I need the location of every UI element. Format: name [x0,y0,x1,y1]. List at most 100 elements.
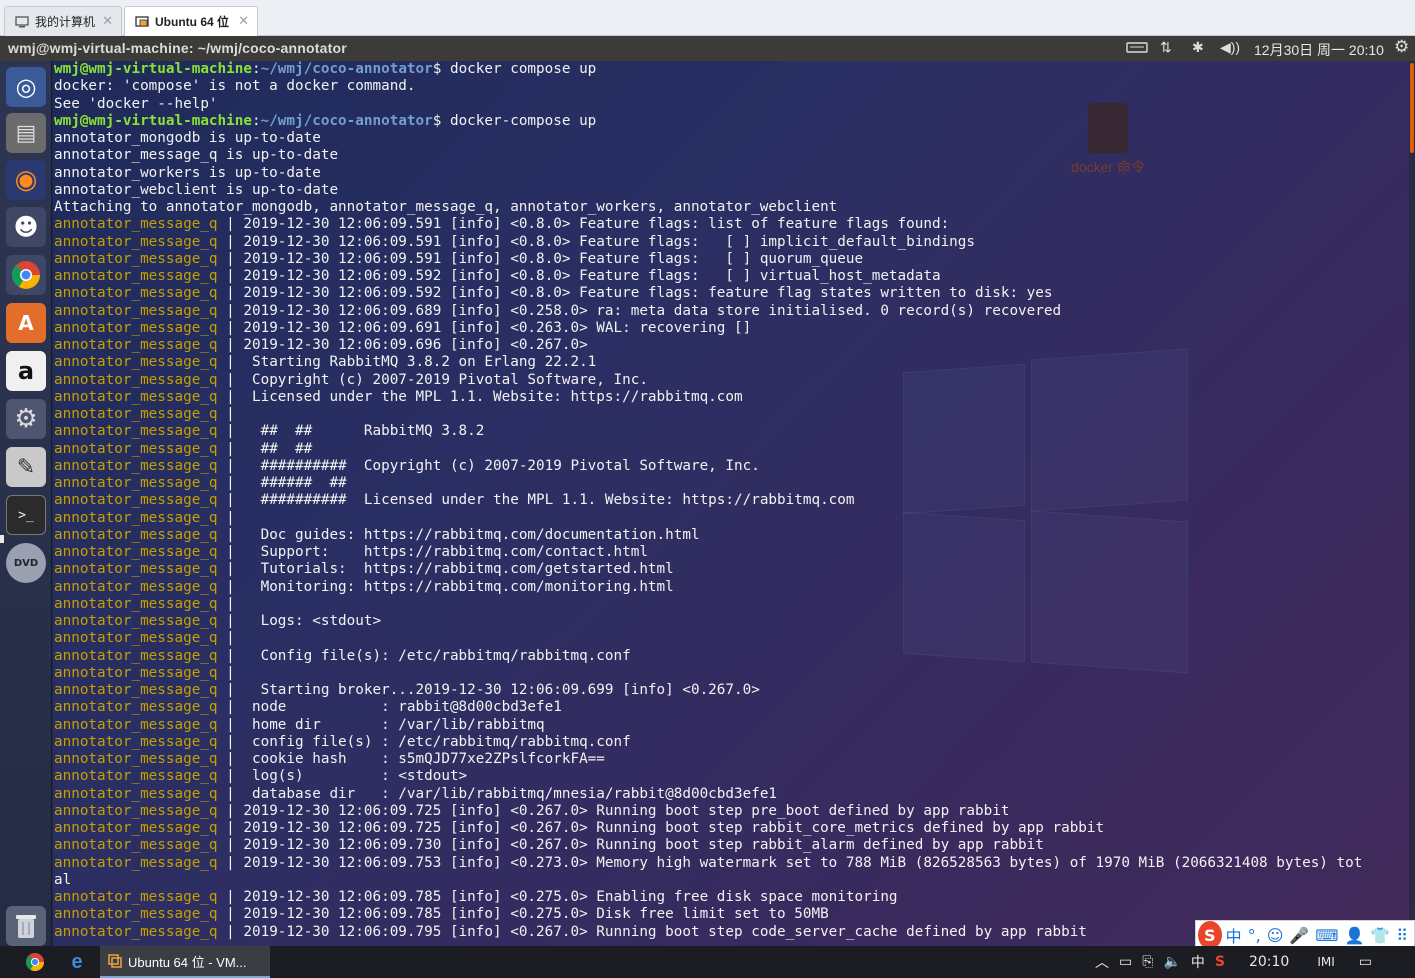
toolbox-icon[interactable]: ⠿ [1396,926,1408,945]
ubuntu-dash-icon[interactable]: ◎ [6,67,46,107]
ime-indicator[interactable]: 中 [1191,952,1205,972]
close-icon[interactable]: ✕ [102,13,113,29]
terminal-line: annotator_message_q | 2019-12-30 12:06:0… [54,803,1362,820]
log-prefix: annotator_message_q [54,526,218,543]
keyboard-icon[interactable]: ⌨ [1315,926,1338,945]
log-separator: | [217,423,244,440]
tab-label: 我的计算机 [35,15,96,29]
log-prefix: annotator_message_q [54,682,218,698]
text-editor-icon[interactable]: ✎ [6,447,46,487]
bluetooth-icon[interactable]: ✱ [1192,39,1204,56]
log-separator: | [217,509,244,526]
log-prefix: annotator_message_q [54,785,218,802]
log-text: 2019-12-30 12:06:09.795 [info] <0.267.0>… [243,923,1087,940]
notifications-icon[interactable]: ▭ [1359,954,1372,970]
user-icon[interactable]: 👤 [1344,926,1364,945]
terminal-line: See 'docker --help' [54,95,218,112]
log-prefix: annotator_message_q [54,630,218,647]
edge-taskbar-icon[interactable]: e [62,946,92,978]
firefox-icon[interactable]: ◉ [6,160,46,200]
log-prefix: annotator_message_q [54,406,218,422]
log-text: log(s) : <stdout> [243,768,468,785]
log-separator: | [217,250,244,267]
terminal-line: annotator_message_q | Logs: <stdout> [54,613,1362,630]
microphone-icon[interactable]: 🎤 [1289,926,1309,945]
log-prefix: annotator_message_q [54,820,218,836]
log-prefix: annotator_message_q [54,578,218,595]
log-text: Copyright (c) 2007-2019 Pivotal Software… [243,371,648,388]
terminal-line: annotator_message_q | Tutorials: https:/… [54,561,1362,578]
vm-tab-bar: 我的计算机 ✕ Ubuntu 64 位 ✕ [0,0,1415,36]
log-text: Doc guides: https://rabbitmq.com/documen… [243,526,700,543]
log-text: 2019-12-30 12:06:09.725 [info] <0.267.0>… [243,802,1010,819]
log-prefix: annotator_message_q [54,233,218,250]
volume-tray-icon[interactable]: 🔈 [1163,954,1180,970]
log-text: 2019-12-30 12:06:09.785 [info] <0.275.0>… [243,906,829,923]
terminal-line: annotator_message_q | 2019-12-30 12:06:0… [54,924,1362,941]
prompt-path: ~/wmj/coco-annotator [260,112,433,129]
log-separator: | [217,751,244,767]
log-prefix: annotator_message_q [54,216,218,233]
network-tray-icon[interactable]: ⎘ [1142,954,1153,970]
files-icon[interactable]: ▤ [6,113,46,153]
dvd-icon[interactable]: DVD [6,543,46,583]
log-prefix: annotator_message_q [54,716,218,733]
log-text: 2019-12-30 12:06:09.592 [info] <0.8.0> F… [243,268,941,284]
system-settings-icon[interactable]: ⚙ [6,399,46,439]
prompt-separator: : [251,61,261,77]
taskbar-vmware-button[interactable]: Ubuntu 64 位 - VM... [100,946,270,978]
terminal-line: annotator_message_q | ## ## [54,441,1362,458]
log-separator: | [217,802,244,819]
log-text: database dir : /var/lib/rabbitmq/mnesia/… [243,785,778,802]
terminal-scrollbar[interactable] [1409,61,1415,946]
log-separator: | [217,440,244,457]
show-hidden-icons-icon[interactable]: ︿ [1095,952,1109,972]
log-prefix: annotator_message_q [54,733,218,750]
clock[interactable]: 12月30日 周一 20:10 [1254,40,1384,60]
skin-icon[interactable]: 👕 [1370,926,1390,945]
window-title: wmj@wmj-virtual-machine: ~/wmj/coco-anno… [8,40,347,56]
sogou-tray-icon[interactable]: S [1215,954,1225,970]
amazon-icon[interactable]: a [6,351,46,391]
close-icon[interactable]: ✕ [238,13,249,29]
terminal-line: Attaching to annotator_mongodb, annotato… [54,199,838,215]
battery-icon[interactable]: ▭ [1119,954,1132,970]
gear-icon[interactable]: ⚙ [1394,37,1409,57]
terminal-line: annotator_message_q is up-to-date [54,147,339,164]
terminal-window[interactable]: docker 命令 wmj@wmj-virtual-machine:~/wmj/… [53,61,1409,946]
command-text: $ docker compose up [432,61,597,77]
log-prefix: annotator_message_q [54,889,218,905]
taskbar-clock[interactable]: 20:10 [1249,954,1289,970]
log-text: 2019-12-30 12:06:09.591 [info] <0.8.0> F… [243,216,950,233]
log-separator: | [217,613,244,629]
trash-icon[interactable] [6,906,46,946]
log-separator: | [217,388,244,405]
chinese-mode-icon[interactable]: 中 [1226,923,1242,947]
software-center-icon[interactable]: A [6,303,46,343]
scrollbar-thumb[interactable] [1410,63,1414,153]
log-separator: | [217,561,244,578]
punctuation-icon[interactable]: °, [1248,926,1261,945]
chrome-taskbar-icon[interactable] [20,946,50,978]
log-text: Support: https://rabbitmq.com/contact.ht… [243,544,648,560]
emoji-icon[interactable]: ☺ [1267,926,1284,945]
tab-my-computer[interactable]: 我的计算机 ✕ [4,6,122,36]
terminal-line: annotator_mongodb is up-to-date [54,130,321,146]
tab-ubuntu-vm[interactable]: Ubuntu 64 位 ✕ [124,6,258,36]
log-text: 2019-12-30 12:06:09.591 [info] <0.8.0> F… [243,250,864,267]
terminal-icon[interactable]: >_ [6,495,46,535]
keyboard-icon[interactable] [1126,39,1148,58]
keyboard-layout-icon[interactable]: IMI [1317,955,1334,969]
log-prefix: annotator_message_q [54,319,218,336]
log-text: config file(s) : /etc/rabbitmq/rabbitmq.… [243,733,631,750]
sogou-logo-icon[interactable]: S [1198,921,1222,949]
active-indicator [0,535,4,543]
volume-icon[interactable]: ◀)) [1220,39,1240,56]
chrome-icon[interactable] [6,255,46,295]
terminal-line: annotator_message_q | ###### ## [54,475,1362,492]
qq-icon[interactable]: ☻ [6,207,46,247]
network-icon[interactable]: ⇅ [1160,39,1172,56]
terminal-line: annotator_message_q | 2019-12-30 12:06:0… [54,234,1362,251]
terminal-line: annotator_message_q | 2019-12-30 12:06:0… [54,855,1362,872]
log-text: cookie hash : s5mQJD77xe2ZPslfcorkFA== [243,751,605,767]
